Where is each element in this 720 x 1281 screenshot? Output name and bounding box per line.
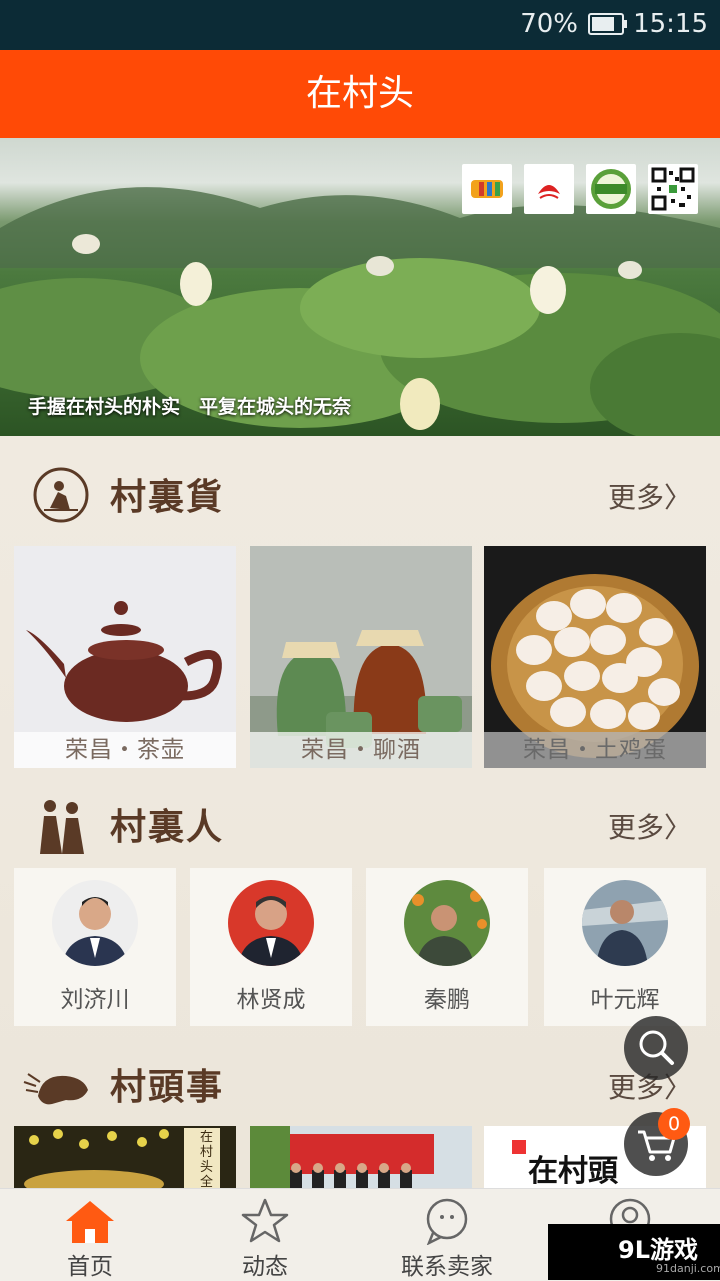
person-name: 叶元辉 xyxy=(590,987,660,1013)
product-card[interactable]: 荣昌・茶壶 xyxy=(14,546,236,768)
ox-icon xyxy=(23,1073,88,1105)
home-icon xyxy=(66,1201,114,1243)
status-bar: 70% 15:15 xyxy=(0,0,720,50)
person-card[interactable]: 秦鹏 xyxy=(366,868,528,1026)
story-image xyxy=(250,1126,472,1196)
person-name: 林贤成 xyxy=(236,987,306,1013)
more-label: 更多 xyxy=(607,811,664,844)
tab-home[interactable]: 首页 xyxy=(0,1189,180,1281)
person-card[interactable]: 林贤成 xyxy=(190,868,352,1026)
avatar xyxy=(404,880,490,966)
person-name: 刘济川 xyxy=(60,987,130,1013)
section-people-header: 村裏人 更多〉 xyxy=(0,784,720,864)
tab-news[interactable]: 动态 xyxy=(175,1189,355,1281)
watermark-url: 91danji.com xyxy=(656,1262,720,1275)
story-label: 在村頭 xyxy=(528,1154,618,1189)
avatar xyxy=(582,880,668,966)
story-label: 在村头全 xyxy=(200,1130,214,1190)
tab-label: 首页 xyxy=(67,1254,113,1280)
section-title: 村裏貨 xyxy=(110,476,225,518)
partner-logo xyxy=(524,164,574,214)
section-goods-header: 村裏貨 更多〉 xyxy=(0,454,720,534)
partner-logo xyxy=(462,164,512,214)
banner-carousel[interactable]: 手握在村头的朴实 平复在城头的无奈 xyxy=(0,138,720,436)
tab-label: 动态 xyxy=(242,1254,288,1280)
product-card[interactable]: 荣昌・土鸡蛋 xyxy=(484,546,706,768)
more-people-link[interactable]: 更多〉 xyxy=(608,806,692,846)
search-icon xyxy=(639,1030,674,1065)
villagers-icon xyxy=(40,800,84,854)
battery-icon xyxy=(588,13,627,35)
qr-code-icon xyxy=(648,164,698,214)
story-card[interactable]: 在村头全 xyxy=(14,1126,236,1196)
partner-logo xyxy=(586,164,636,214)
cart-count-badge: 0 xyxy=(658,1108,690,1140)
battery-percent: 70% xyxy=(520,9,578,39)
section-stories-header: 村頭事 更多〉 xyxy=(0,1044,720,1124)
chevron-right-icon: 〉 xyxy=(663,481,692,514)
product-label: 荣昌・土鸡蛋 xyxy=(484,732,706,768)
chevron-right-icon: 〉 xyxy=(663,811,692,844)
more-label: 更多 xyxy=(607,481,664,514)
chat-icon xyxy=(426,1198,468,1245)
person-name: 秦鹏 xyxy=(424,987,470,1013)
partner-logos xyxy=(462,164,698,214)
farmer-seal-icon xyxy=(33,467,89,523)
banner-slogan: 手握在村头的朴实 平复在城头的无奈 xyxy=(28,396,352,418)
avatar xyxy=(228,880,314,966)
tab-label: 联系卖家 xyxy=(401,1254,493,1280)
clock: 15:15 xyxy=(633,9,708,39)
avatar xyxy=(52,880,138,966)
watermark-text: 9L游戏 xyxy=(618,1236,698,1264)
person-card[interactable]: 刘济川 xyxy=(14,868,176,1026)
section-title: 村頭事 xyxy=(110,1066,225,1108)
product-label: 荣昌・聊酒 xyxy=(250,732,472,768)
more-goods-link[interactable]: 更多〉 xyxy=(608,476,692,516)
product-label: 荣昌・茶壶 xyxy=(14,732,236,768)
story-card[interactable] xyxy=(250,1126,472,1196)
product-card[interactable]: 荣昌・聊酒 xyxy=(250,546,472,768)
search-button[interactable] xyxy=(624,1016,688,1080)
app-title: 在村头 xyxy=(0,50,720,138)
star-icon xyxy=(241,1198,289,1243)
person-card[interactable]: 叶元辉 xyxy=(544,868,706,1026)
site-watermark: 9L游戏 91danji.com xyxy=(548,1224,720,1280)
tab-contact-seller[interactable]: 联系卖家 xyxy=(357,1189,537,1281)
section-title: 村裏人 xyxy=(110,806,225,848)
